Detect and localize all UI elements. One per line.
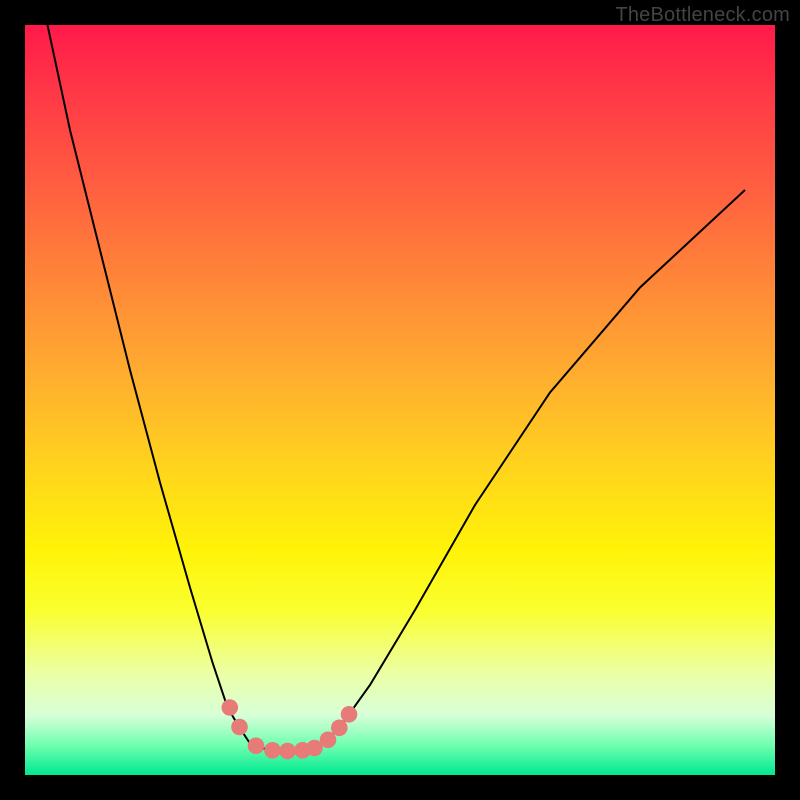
data-marker <box>264 742 281 759</box>
data-marker <box>222 699 239 716</box>
bottleneck-curve <box>48 25 746 751</box>
marker-group <box>222 699 358 759</box>
data-marker <box>331 720 348 737</box>
watermark-text: TheBottleneck.com <box>615 4 790 27</box>
chart-svg <box>25 25 775 775</box>
data-marker <box>231 719 248 736</box>
data-marker <box>341 706 358 723</box>
chart-area <box>25 25 775 775</box>
data-marker <box>248 738 265 755</box>
data-marker <box>279 743 296 760</box>
